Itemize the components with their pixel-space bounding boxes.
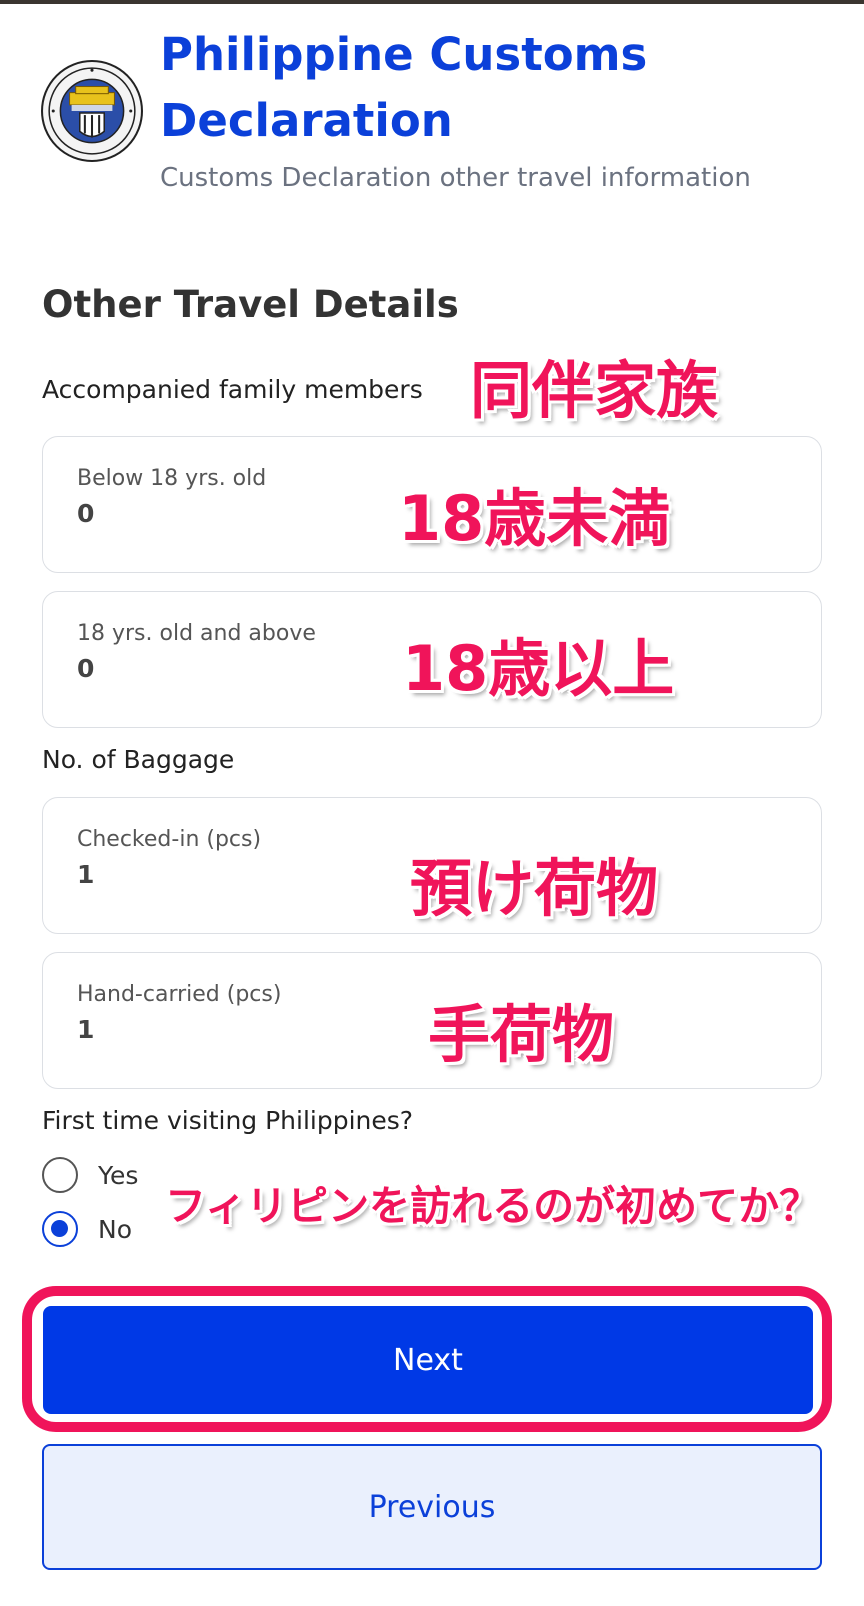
previous-button[interactable]: Previous xyxy=(42,1444,822,1570)
radio-no-circle[interactable] xyxy=(42,1211,78,1247)
bottom-strip xyxy=(0,1598,864,1606)
radio-option-no[interactable]: No xyxy=(42,1209,132,1249)
hand-carried-label: Hand-carried (pcs) xyxy=(77,982,282,1007)
annotation-checked-in: 預け荷物 xyxy=(410,852,659,925)
family-group-label: Accompanied family members xyxy=(42,375,423,404)
annotation-family: 同伴家族 xyxy=(470,354,719,427)
below-18-label: Below 18 yrs. old xyxy=(77,466,267,491)
checked-in-value[interactable]: 1 xyxy=(77,860,94,889)
top-status-strip xyxy=(0,0,864,4)
radio-option-yes[interactable]: Yes xyxy=(42,1155,138,1195)
page-subtitle: Customs Declaration other travel informa… xyxy=(160,163,751,193)
above-18-value[interactable]: 0 xyxy=(77,654,94,683)
radio-no-label: No xyxy=(98,1214,132,1244)
baggage-group-label: No. of Baggage xyxy=(42,745,235,774)
annotation-below-18: 18歳未満 xyxy=(398,482,671,555)
below-18-value[interactable]: 0 xyxy=(77,499,94,528)
above-18-label: 18 yrs. old and above xyxy=(77,621,316,646)
radio-yes-label: Yes xyxy=(98,1160,139,1190)
checked-in-label: Checked-in (pcs) xyxy=(77,827,262,852)
first-visit-label: First time visiting Philippines? xyxy=(42,1106,414,1135)
next-button[interactable]: Next xyxy=(43,1306,813,1414)
bureau-of-customs-seal-icon xyxy=(41,60,143,162)
annotation-above-18: 18歳以上 xyxy=(402,632,675,705)
page-title: Philippine Customs Declaration xyxy=(160,28,648,147)
annotation-hand-carried: 手荷物 xyxy=(428,998,615,1071)
radio-yes-circle[interactable] xyxy=(42,1157,78,1193)
section-title: Other Travel Details xyxy=(42,283,459,326)
annotation-first-visit: フィリピンを訪れるのが初めてか？ xyxy=(165,1182,821,1230)
hand-carried-value[interactable]: 1 xyxy=(77,1015,94,1044)
